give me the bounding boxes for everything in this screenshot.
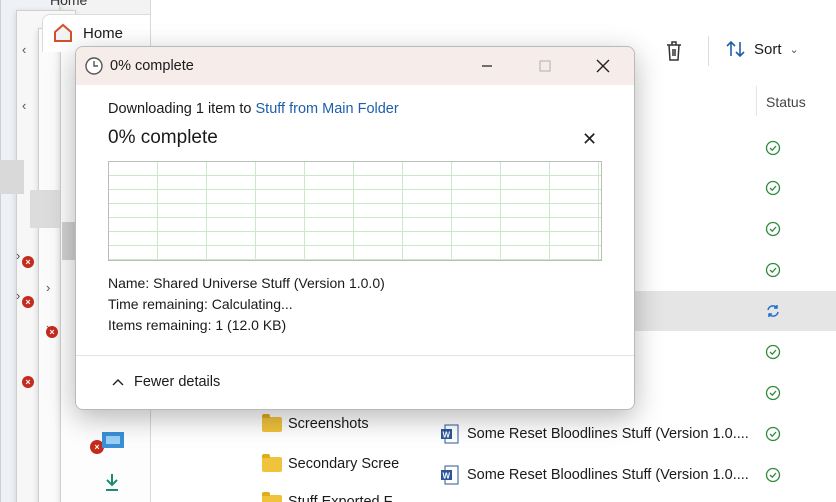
check-circle-icon [765,262,781,278]
close-button[interactable] [574,47,632,85]
status-column-header[interactable]: Status [766,94,806,110]
home-tab-label: Home [83,25,124,42]
destination-link[interactable]: Stuff from Main Folder [256,101,399,117]
check-circle-icon [765,344,781,360]
toolbar-separator [708,36,709,66]
svg-text:W: W [443,431,451,440]
dialog-footer: Fewer details [76,355,634,409]
close-icon [596,59,610,73]
folder-icon [262,491,282,502]
check-circle-icon [765,140,781,156]
sync-icon [767,305,779,317]
folder-item[interactable]: Screenshots [262,413,369,432]
chevron-right-icon[interactable]: › [16,248,20,263]
file-name: Some Reset Bloodlines Stuff (Version 1.0… [467,467,749,483]
check-circle-icon [765,385,781,401]
items-remaining: Items remaining: 1 (12.0 KB) [108,317,287,333]
progress-dialog: 0% complete Downloading 1 item to Stuff … [75,46,635,410]
trash-icon[interactable] [664,40,684,62]
folder-icon [262,413,282,432]
nav-selected-strip [0,160,24,194]
downloading-prefix: Downloading 1 item to [108,101,252,117]
check-circle-icon [765,426,781,442]
word-doc-icon: W [441,424,459,444]
sort-label: Sort [754,40,782,58]
error-icon: × [22,296,34,308]
column-divider[interactable] [756,86,757,116]
folder-name: Stuff Exported F [288,494,393,502]
sort-arrows-icon [726,40,745,58]
chevron-left-icon[interactable]: ‹ [22,42,26,57]
minimize-icon [482,65,492,67]
error-icon: × [46,326,58,338]
error-icon: × [22,376,34,388]
cancel-transfer-button[interactable]: ✕ [582,129,597,150]
nav-selected-strip [30,190,60,228]
sort-button[interactable]: Sort ⌄ [726,40,799,58]
fewer-details-label: Fewer details [134,374,221,390]
chevron-right-icon[interactable]: › [16,288,20,303]
check-circle-icon [765,221,781,237]
dialog-title: 0% complete [110,58,194,74]
clock-icon [85,57,103,75]
chevron-right-icon[interactable]: › [46,280,50,295]
fewer-details-button[interactable]: Fewer details [112,374,220,390]
folder-item[interactable]: Stuff Exported F [262,491,393,502]
file-name: Some Reset Bloodlines Stuff (Version 1.0… [467,426,749,442]
folder-item[interactable]: Secondary Scree [262,453,400,472]
check-circle-icon [765,180,781,196]
dialog-titlebar[interactable]: 0% complete [76,47,634,85]
download-icon [106,474,118,491]
chevron-left-icon[interactable]: ‹ [22,98,26,113]
transfer-speed-graph [108,161,602,261]
folder-name: Screenshots [288,416,369,432]
maximize-button[interactable] [516,47,574,85]
download-description: Downloading 1 item to Stuff from Main Fo… [108,101,399,117]
folder-icon [262,453,282,472]
home-icon [54,23,72,42]
dialog-body: Downloading 1 item to Stuff from Main Fo… [76,85,634,355]
percent-heading: 0% complete [108,127,218,148]
check-circle-icon [765,467,781,483]
chevron-up-icon [112,379,124,386]
file-row[interactable]: W Some Reset Bloodlines Stuff (Version 1.… [415,455,836,495]
folder-name: Secondary Scree [288,456,400,472]
chevron-down-icon: ⌄ [789,43,799,56]
minimize-button[interactable] [458,47,516,85]
error-icon: × [22,256,34,268]
item-name: Name: Shared Universe Stuff (Version 1.0… [108,275,385,291]
image-file-icon [102,432,124,448]
time-remaining: Time remaining: Calculating... [108,296,293,312]
svg-text:W: W [443,472,451,481]
file-row[interactable]: W Some Reset Bloodlines Stuff (Version 1.… [415,414,836,454]
maximize-icon [539,60,551,72]
word-doc-icon: W [441,465,459,485]
home-tab-label[interactable]: Home [50,0,87,8]
